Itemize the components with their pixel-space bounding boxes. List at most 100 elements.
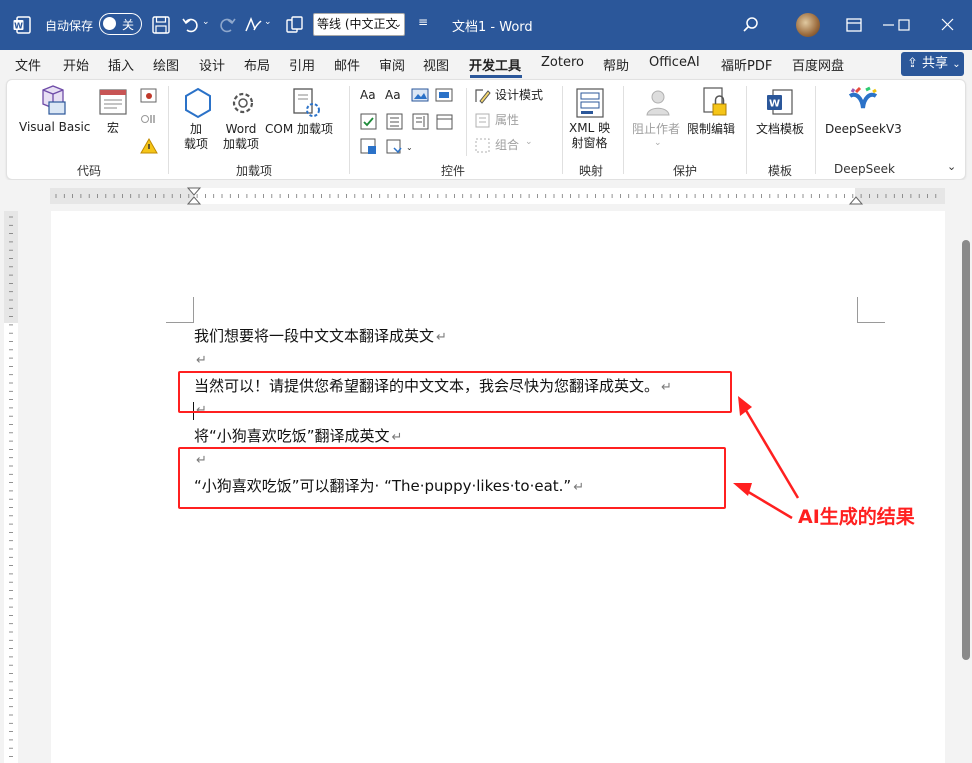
paragraph-1[interactable]: 我们想要将一段中文文本翻译成英文 ↵ — [194, 325, 447, 346]
group-separator — [562, 86, 563, 174]
design-mode-button[interactable]: 设计模式 — [495, 88, 543, 103]
word-app-icon[interactable]: W — [12, 15, 32, 35]
search-icon[interactable] — [740, 14, 762, 36]
visual-basic-button[interactable]: Visual Basic — [19, 120, 90, 135]
building-block-control-icon[interactable] — [435, 87, 453, 103]
macro-icon — [99, 89, 127, 115]
restrict-editing-icon — [703, 87, 727, 116]
document-title: 文档1 - Word — [452, 20, 533, 35]
tab-design[interactable]: 设计 — [199, 55, 225, 74]
crop-mark-top-right — [857, 297, 858, 323]
xml-mapping-pane-button[interactable]: XML 映 射窗格 — [569, 121, 610, 151]
group-icon[interactable] — [474, 137, 492, 154]
tab-insert[interactable]: 插入 — [108, 55, 134, 74]
tab-developer[interactable]: 开发工具 — [469, 55, 521, 74]
paragraph-5[interactable]: 将“小狗喜欢吃饭”翻译成英文 ↵ — [194, 425, 402, 446]
macro-button[interactable]: 宏 — [107, 121, 119, 136]
horizontal-ruler[interactable] — [50, 184, 945, 208]
tab-view[interactable]: 视图 — [423, 55, 449, 74]
tab-home[interactable]: 开始 — [63, 55, 89, 74]
restrict-editing-button[interactable]: 限制编辑 — [687, 122, 735, 137]
autosave-toggle[interactable]: 关 — [99, 13, 142, 35]
date-picker-control-icon[interactable] — [436, 113, 453, 130]
legacy-tools-icon[interactable]: ⌄ — [386, 138, 412, 155]
share-button[interactable]: ⇪ 共享 ⌄ — [901, 52, 964, 76]
ribbon-display-icon[interactable] — [843, 14, 865, 36]
pause-recording-icon[interactable] — [140, 112, 158, 126]
vertical-scrollbar[interactable] — [962, 240, 970, 660]
highlight-box-ai-reply-1 — [178, 371, 732, 413]
group-separator — [746, 86, 747, 174]
paragraph-mark: ↵ — [436, 330, 447, 345]
format-dropdown-icon[interactable]: ⌄ — [264, 17, 286, 39]
tab-baidu-netdisk[interactable]: 百度网盘 — [792, 55, 844, 74]
deepseek-logo-icon — [848, 86, 878, 109]
dropdown-list-control-icon[interactable] — [412, 113, 429, 130]
crop-mark-top-left-h — [166, 322, 193, 323]
controls-inner-separator — [466, 88, 467, 156]
vertical-ruler[interactable] — [0, 211, 22, 763]
close-icon[interactable] — [937, 14, 959, 36]
group-separator — [168, 86, 169, 174]
macro-security-icon[interactable] — [140, 138, 158, 154]
properties-button[interactable]: 属性 — [495, 113, 519, 128]
tab-mailings[interactable]: 邮件 — [334, 55, 360, 74]
picture-control-icon[interactable] — [411, 87, 429, 103]
combobox-control-icon[interactable] — [386, 113, 403, 130]
collapse-ribbon-icon[interactable]: ⌄ — [947, 160, 956, 173]
addin-hexagon-icon — [185, 87, 211, 119]
tab-draw[interactable]: 绘图 — [153, 55, 179, 74]
tab-officeai[interactable]: OfficeAI — [649, 55, 700, 70]
tab-help[interactable]: 帮助 — [603, 55, 629, 74]
design-mode-icon[interactable] — [474, 87, 492, 104]
tab-zotero[interactable]: Zotero — [541, 55, 584, 70]
share-icon: ⇪ — [907, 56, 918, 71]
paragraph-text: 将“小狗喜欢吃饭”翻译成英文 — [194, 427, 390, 445]
tab-file[interactable]: 文件 — [15, 55, 41, 74]
record-macro-icon[interactable] — [140, 88, 158, 104]
font-name-select[interactable]: 等线 (中文正文 ⌄ — [313, 13, 405, 36]
redo-icon[interactable] — [216, 14, 238, 36]
properties-icon[interactable] — [474, 112, 492, 129]
addin-button[interactable]: 加 载项 — [184, 122, 208, 152]
tab-foxit-pdf[interactable]: 福昕PDF — [721, 55, 772, 74]
group-label-addins: 加载项 — [236, 164, 273, 178]
group-label-templates: 模板 — [768, 164, 793, 178]
tab-layout[interactable]: 布局 — [244, 55, 270, 74]
document-template-button[interactable]: 文档模板 — [756, 122, 804, 137]
com-addin-icon — [293, 88, 320, 117]
tab-references[interactable]: 引用 — [289, 55, 315, 74]
customize-toolbar-icon[interactable]: ≡ — [418, 15, 440, 37]
group-button[interactable]: 组合 — [495, 138, 519, 153]
avatar[interactable] — [796, 13, 820, 37]
group-separator — [349, 86, 350, 174]
svg-text:W: W — [14, 21, 23, 30]
plain-text-control-icon[interactable]: Aa — [385, 88, 401, 102]
copy-icon[interactable] — [284, 14, 306, 36]
visual-basic-icon — [42, 85, 66, 115]
group-label-controls: 控件 — [441, 164, 466, 178]
share-label: 共享 — [922, 56, 949, 71]
maximize-icon[interactable] — [893, 14, 915, 36]
paragraph-text: 我们想要将一段中文文本翻译成英文 — [194, 327, 435, 345]
rich-text-control-icon[interactable]: Aa — [360, 88, 376, 102]
tab-review[interactable]: 审阅 — [379, 55, 405, 74]
crop-mark-top-left — [193, 297, 194, 323]
ribbon-panel: Visual Basic 宏 代码 加 载项 Word 加载项 COM 加载项 … — [6, 79, 966, 180]
paragraph-mark: ↵ — [196, 353, 207, 368]
ribbon-tabs: 文件 开始 插入 绘图 设计 布局 引用 邮件 审阅 视图 开发工具 Zoter… — [0, 50, 972, 78]
word-addin-button[interactable]: Word 加载项 — [223, 122, 259, 152]
chevron-down-icon: ⌄ — [525, 137, 533, 147]
block-authors-button[interactable]: 阻止作者 — [632, 122, 680, 137]
checkbox-control-icon[interactable] — [360, 113, 377, 130]
repeating-section-control-icon[interactable] — [360, 138, 377, 155]
chevron-down-icon: ⌄ — [654, 138, 662, 148]
paragraph-2[interactable]: ↵ — [194, 350, 207, 368]
com-addin-button[interactable]: COM 加载项 — [265, 122, 333, 137]
undo-icon[interactable] — [180, 14, 202, 36]
chevron-down-icon: ⌄ — [393, 19, 402, 30]
format-painter-icon[interactable] — [242, 14, 264, 36]
save-icon[interactable] — [150, 14, 172, 36]
autosave-state: 关 — [122, 18, 135, 32]
deepseek-v3-button[interactable]: DeepSeekV3 — [825, 122, 902, 137]
